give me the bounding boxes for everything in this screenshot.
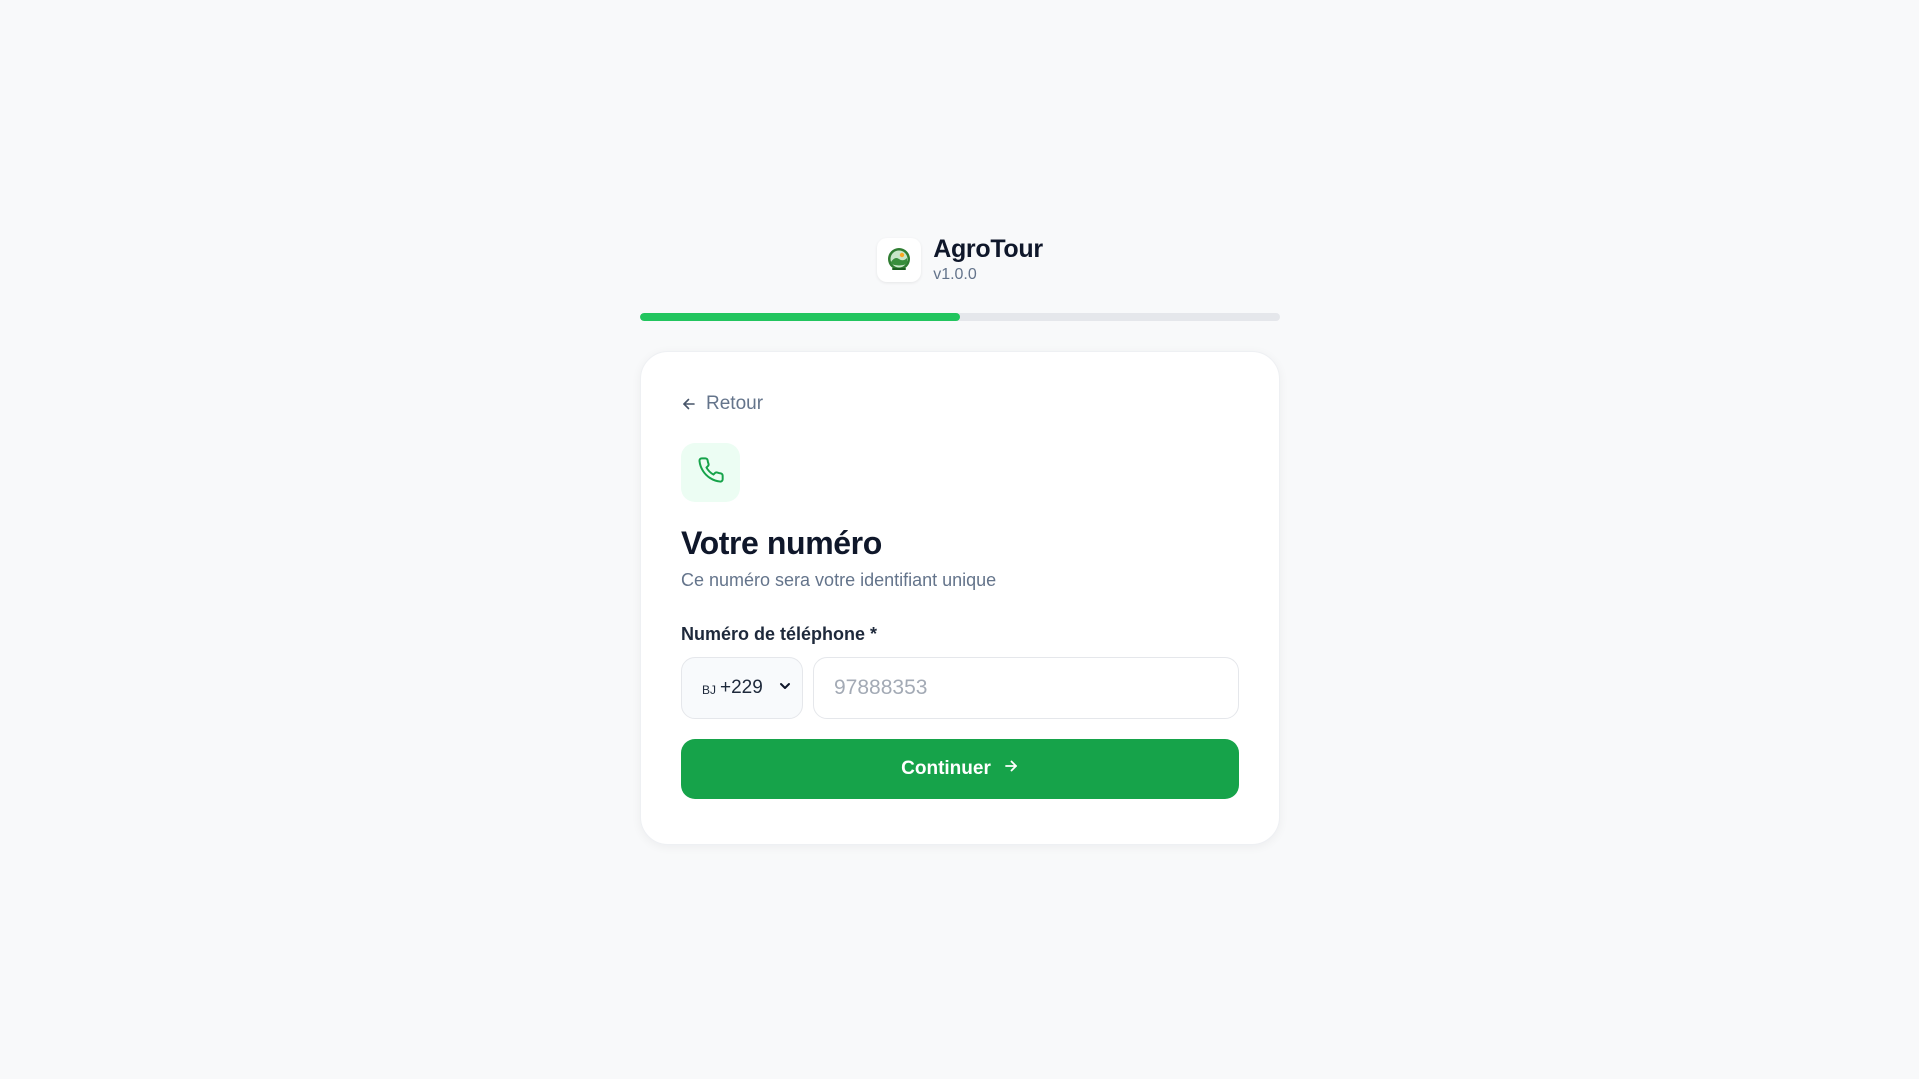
chevron-down-icon bbox=[778, 679, 792, 698]
phone-input-row: BJ +229 bbox=[681, 657, 1239, 719]
app-version: v1.0.0 bbox=[933, 266, 977, 283]
dial-code: +229 bbox=[720, 677, 763, 698]
agrotour-logo-icon bbox=[877, 238, 922, 282]
brand-text: AgroTour v1.0.0 bbox=[933, 234, 1043, 286]
phone-field-label: Numéro de téléphone * bbox=[681, 624, 878, 644]
phone-icon-badge bbox=[681, 443, 740, 502]
back-button[interactable]: Retour bbox=[681, 392, 763, 416]
phone-number-input[interactable] bbox=[813, 657, 1239, 719]
phone-step-card: Retour Votre numéro Ce numéro sera votre… bbox=[640, 351, 1280, 845]
progress-bar bbox=[640, 313, 1280, 321]
arrow-right-icon bbox=[1003, 758, 1019, 780]
phone-icon bbox=[697, 456, 725, 489]
country-code: BJ bbox=[702, 682, 717, 697]
continue-button[interactable]: Continuer bbox=[681, 739, 1239, 799]
progress-bar-fill bbox=[640, 313, 960, 321]
step-subtitle: Ce numéro sera votre identifiant unique bbox=[681, 570, 997, 590]
step-title: Votre numéro bbox=[681, 525, 882, 561]
back-button-label: Retour bbox=[706, 393, 764, 414]
arrow-left-icon bbox=[681, 396, 697, 412]
country-code-select[interactable]: BJ +229 bbox=[681, 657, 803, 719]
onboarding-container: AgroTour v1.0.0 Retour Votre numéro Ce n… bbox=[640, 230, 1280, 845]
app-name: AgroTour bbox=[933, 235, 1043, 263]
continue-button-label: Continuer bbox=[901, 758, 991, 779]
brand-header: AgroTour v1.0.0 bbox=[640, 230, 1280, 290]
